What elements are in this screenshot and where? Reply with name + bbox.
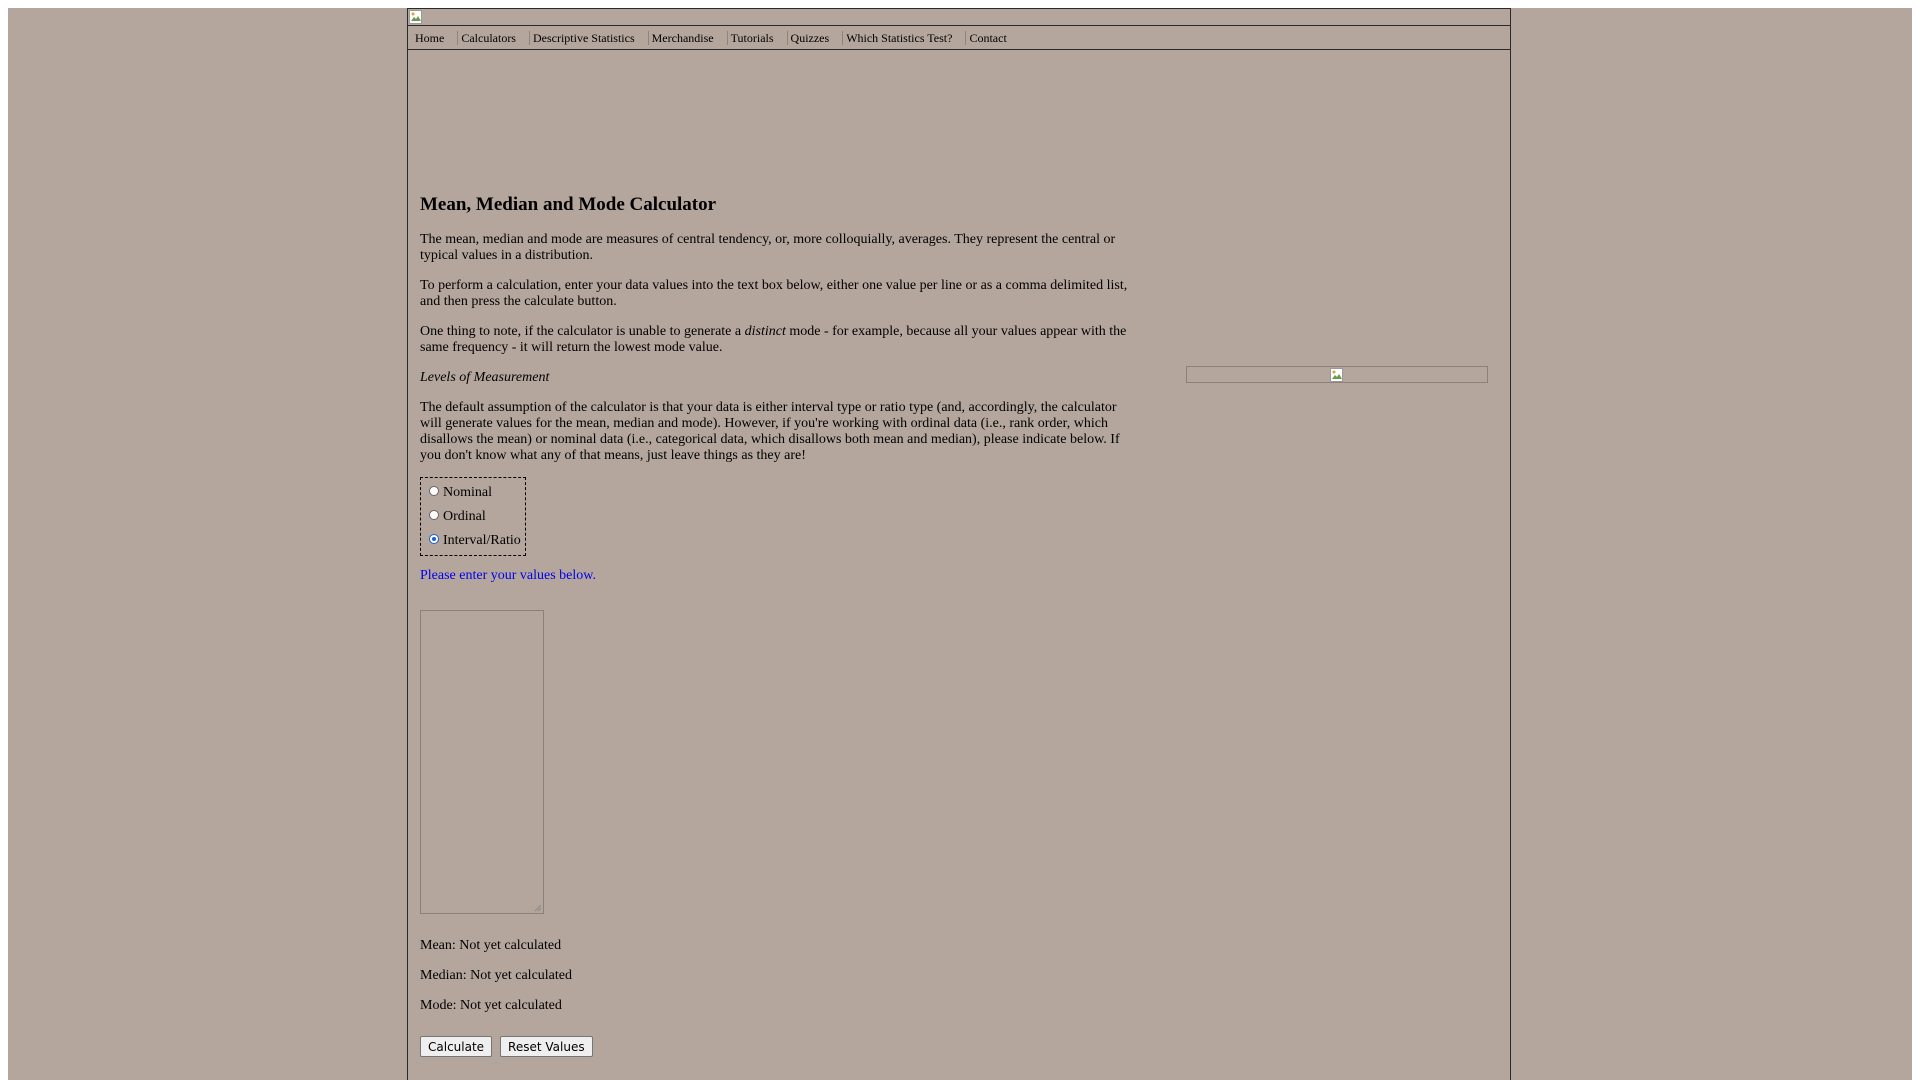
radio-option-nominal[interactable]: Nominal	[429, 481, 521, 505]
action-buttons: Calculate Reset Values	[420, 1036, 1132, 1057]
nav-item-descriptive-statistics[interactable]: Descriptive Statistics	[530, 30, 649, 45]
nav-item-tutorials[interactable]: Tutorials	[728, 30, 788, 45]
nav-item-home[interactable]: Home	[412, 30, 459, 45]
values-textarea[interactable]	[420, 610, 544, 914]
broken-image-icon	[409, 10, 423, 24]
note-text-before: One thing to note, if the calculator is …	[420, 324, 745, 339]
results-section: Mean: Not yet calculated Median: Not yet…	[420, 938, 1132, 1028]
median-result: Median: Not yet calculated	[420, 968, 572, 983]
levels-heading: Levels of Measurement	[420, 370, 550, 385]
levels-paragraph: The default assumption of the calculator…	[420, 400, 1120, 463]
main-nav: Home Calculators Descriptive Statistics …	[408, 26, 1510, 50]
radio-option-ordinal[interactable]: Ordinal	[429, 505, 521, 529]
nav-item-merchandise[interactable]: Merchandise	[649, 30, 728, 45]
radio-button-nominal[interactable]	[429, 486, 439, 496]
ad-banner[interactable]	[1186, 366, 1488, 383]
intro-paragraph: The mean, median and mode are measures o…	[420, 232, 1116, 263]
page-title: Mean, Median and Mode Calculator	[420, 194, 717, 215]
page-container: Home Calculators Descriptive Statistics …	[407, 8, 1511, 1080]
radio-label-interval-ratio: Interval/Ratio	[443, 533, 521, 548]
reset-values-button[interactable]: Reset Values	[500, 1036, 593, 1057]
radio-button-interval-ratio[interactable]	[429, 534, 439, 544]
radio-option-interval-ratio[interactable]: Interval/Ratio	[429, 529, 521, 553]
instructions-paragraph: To perform a calculation, enter your dat…	[420, 278, 1128, 309]
nav-item-contact[interactable]: Contact	[966, 31, 1019, 45]
mode-result: Mode: Not yet calculated	[420, 998, 562, 1013]
main-content: Mean, Median and Mode Calculator The mea…	[420, 194, 1132, 1057]
nav-item-which-statistics-test[interactable]: Which Statistics Test?	[843, 30, 967, 45]
resize-grip-icon[interactable]	[534, 904, 542, 912]
mean-result: Mean: Not yet calculated	[420, 938, 562, 953]
calculate-button[interactable]: Calculate	[420, 1036, 493, 1057]
broken-image-icon	[1330, 368, 1344, 382]
site-banner	[408, 8, 1510, 26]
values-prompt: Please enter your values below.	[420, 568, 596, 583]
nav-item-calculators[interactable]: Calculators	[458, 30, 530, 45]
levels-radio-group: Nominal Ordinal Interval/Ratio	[420, 477, 526, 556]
note-paragraph: One thing to note, if the calculator is …	[420, 324, 1132, 356]
radio-button-ordinal[interactable]	[429, 510, 439, 520]
note-text-emphasis: distinct	[744, 324, 786, 339]
radio-label-ordinal: Ordinal	[443, 509, 486, 524]
radio-label-nominal: Nominal	[443, 485, 492, 500]
nav-item-quizzes[interactable]: Quizzes	[788, 30, 844, 45]
